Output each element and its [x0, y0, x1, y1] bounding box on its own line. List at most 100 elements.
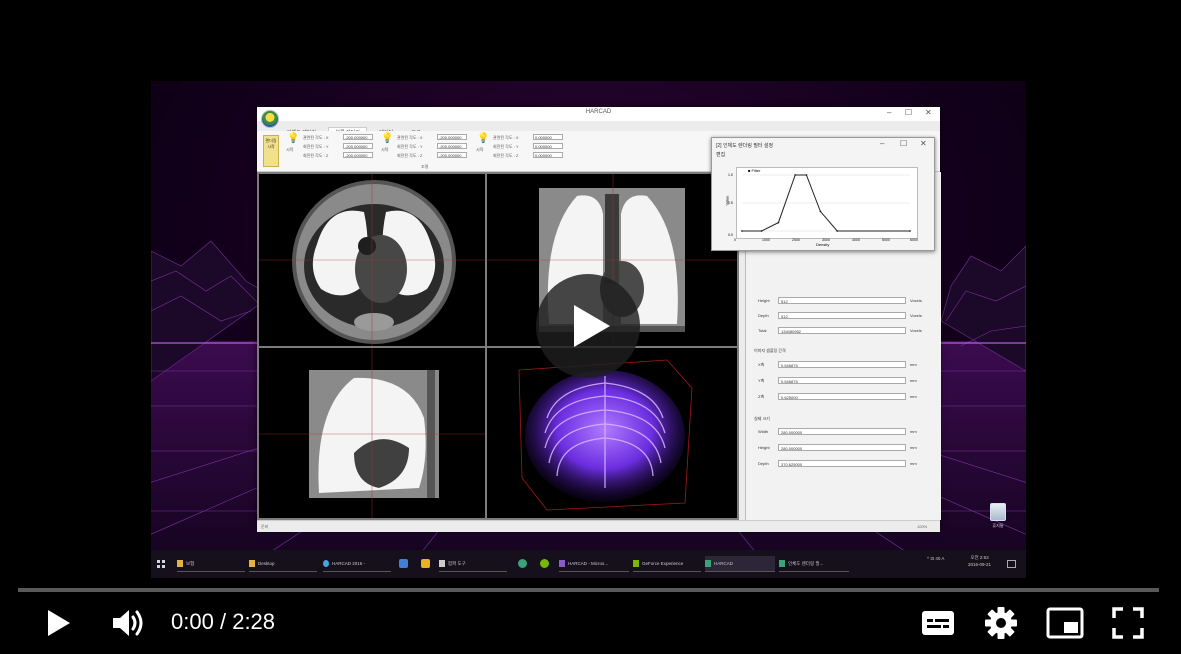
unit-label: mm [910, 429, 917, 434]
taskbar-item[interactable]: GeForce Experience [633, 556, 701, 572]
maximize-icon[interactable]: ☐ [900, 140, 907, 148]
taskbar-item-active[interactable]: HARCAD [705, 556, 775, 572]
close-icon[interactable]: ✕ [920, 140, 927, 148]
taskbar-item[interactable]: Desktop [249, 556, 317, 572]
row-label: Total [758, 328, 767, 333]
taskbar-item[interactable]: 보험 [177, 556, 245, 572]
progress-bar[interactable] [18, 588, 1159, 592]
angle-z-field[interactable]: -200.000000 [343, 152, 373, 158]
angle-y-field[interactable]: -200.000000 [343, 143, 373, 149]
pinned-app-icon[interactable] [540, 559, 549, 568]
geforce-icon [633, 560, 639, 568]
taskbar-item-label: GeForce Experience [642, 561, 684, 566]
windows-start-icon[interactable] [157, 560, 165, 568]
time-separator: / [219, 609, 227, 634]
filter-control-point[interactable] [777, 221, 780, 224]
filter-control-point[interactable] [819, 210, 822, 213]
taskbar-item-label: 보험 [186, 561, 195, 566]
size-width-row: Width 280.000000 mm [754, 428, 934, 436]
system-tray[interactable]: ^ ⊡ 40 A [927, 556, 944, 562]
mute-button[interactable] [111, 606, 147, 645]
angle-z-field[interactable]: -200.000000 [437, 152, 467, 158]
angle-y-field[interactable]: 0.000000 [533, 143, 563, 149]
axial-ct-view[interactable] [259, 174, 485, 346]
size-height-field[interactable]: 280.000000 [778, 444, 906, 451]
miniplayer-button[interactable] [1046, 607, 1084, 644]
field-label: 관련된 각도 : X [303, 135, 329, 140]
angle-y-field[interactable]: -200.000000 [437, 143, 467, 149]
close-icon[interactable]: ✕ [925, 109, 932, 117]
spacing-x-field[interactable]: 0.546875 [778, 361, 906, 368]
filter-control-point[interactable] [909, 230, 911, 232]
row-label: Height [758, 298, 770, 303]
start-render-button[interactable]: 렌더링 시작 [263, 135, 279, 167]
filter-curve-chart [741, 174, 911, 232]
app-icon [705, 560, 711, 568]
subtitles-button[interactable] [920, 608, 956, 643]
filter-control-point[interactable] [741, 230, 743, 232]
settings-button[interactable] [984, 606, 1018, 645]
browser-icon [323, 560, 329, 568]
app-logo[interactable] [261, 110, 279, 128]
filter-control-point[interactable] [836, 230, 839, 232]
maximize-icon[interactable]: ☐ [905, 109, 912, 117]
spacing-y-field[interactable]: 0.546875 [778, 377, 906, 384]
recycle-bin[interactable]: 휴지통 [985, 503, 1011, 529]
filter-control-point[interactable] [794, 174, 797, 176]
ribbon-tabs: 인체도 렌더링 볼륨 렌더링 데이터 도구 [281, 121, 429, 137]
volume-height-field[interactable]: 512 [778, 297, 906, 304]
big-play-icon [574, 305, 610, 347]
size-section-title: 실제 크기 [754, 416, 770, 421]
unit-label: Voxels [910, 313, 922, 318]
angle-z-field[interactable]: 0.000000 [533, 152, 563, 158]
row-label: Width [758, 429, 769, 434]
big-play-button[interactable] [536, 274, 640, 378]
volume-depth-field[interactable]: 512 [778, 312, 906, 319]
unit-label: Voxels [910, 328, 922, 333]
minimize-icon[interactable]: – [880, 140, 884, 148]
filter-settings-dialog: [2] 인체도 렌더링 필터 설정 – ☐ ✕ 편집 ■ Filter Valu… [711, 137, 935, 251]
x-tick-label: 0 [734, 238, 736, 242]
filter-control-point[interactable] [760, 230, 763, 232]
sagittal-ct-image [259, 348, 485, 518]
x-tick-label: 4000 [852, 238, 860, 242]
duration: 2:28 [232, 609, 276, 634]
row-label: Depth [758, 313, 769, 318]
pinned-app-icon[interactable] [399, 559, 408, 568]
row-label: X축 [758, 362, 765, 367]
spacing-z-row: Z축 0.625000 mm [754, 393, 934, 401]
clock[interactable]: 오전 2:53 2016-09-21 [968, 554, 991, 568]
taskbar-item[interactable]: 인체도 렌더링 필... [779, 556, 849, 572]
size-depth-field[interactable]: 370.625000 [778, 460, 906, 467]
angle-x-field[interactable]: -200.000000 [437, 134, 467, 140]
notification-icon[interactable] [1007, 560, 1016, 568]
angle-x-field[interactable]: -200.000000 [343, 134, 373, 140]
taskbar-item[interactable]: HARCAD 2016 - [323, 556, 391, 572]
viewport-grid [257, 172, 739, 520]
field-label: 관련된 각도 : X [397, 135, 423, 140]
taskbar-item[interactable]: 팜퍼 도구 [439, 556, 507, 572]
folder-icon [177, 560, 183, 568]
fullscreen-button[interactable] [1112, 607, 1144, 644]
window-title: HARCAD [585, 109, 612, 115]
play-icon [48, 610, 70, 636]
pinned-app-icon[interactable] [518, 559, 527, 568]
edit-menu[interactable]: 편집 [716, 151, 725, 158]
row-label: Height [758, 445, 770, 450]
minimize-icon[interactable]: – [887, 109, 891, 117]
field-label: 회전된 각도 : Z [303, 153, 329, 158]
size-width-field[interactable]: 280.000000 [778, 428, 906, 435]
spacing-y-row: Y축 0.546875 mm [754, 377, 934, 385]
sagittal-ct-view[interactable] [259, 348, 485, 518]
spacing-z-field[interactable]: 0.625000 [778, 393, 906, 400]
angle-x-field[interactable]: 0.000000 [533, 134, 563, 140]
play-button[interactable] [44, 607, 74, 644]
volume-total-field[interactable]: 134080952 [778, 327, 906, 334]
taskbar-item[interactable]: HARCAD - Micros... [559, 556, 629, 572]
x-tick-label: 6000 [910, 238, 918, 242]
volume-icon [113, 610, 143, 636]
time-display: 0:00 / 2:28 [171, 609, 275, 635]
pinned-app-icon[interactable] [421, 559, 430, 568]
filter-control-point[interactable] [805, 174, 808, 176]
unit-label: Voxels [910, 298, 922, 303]
